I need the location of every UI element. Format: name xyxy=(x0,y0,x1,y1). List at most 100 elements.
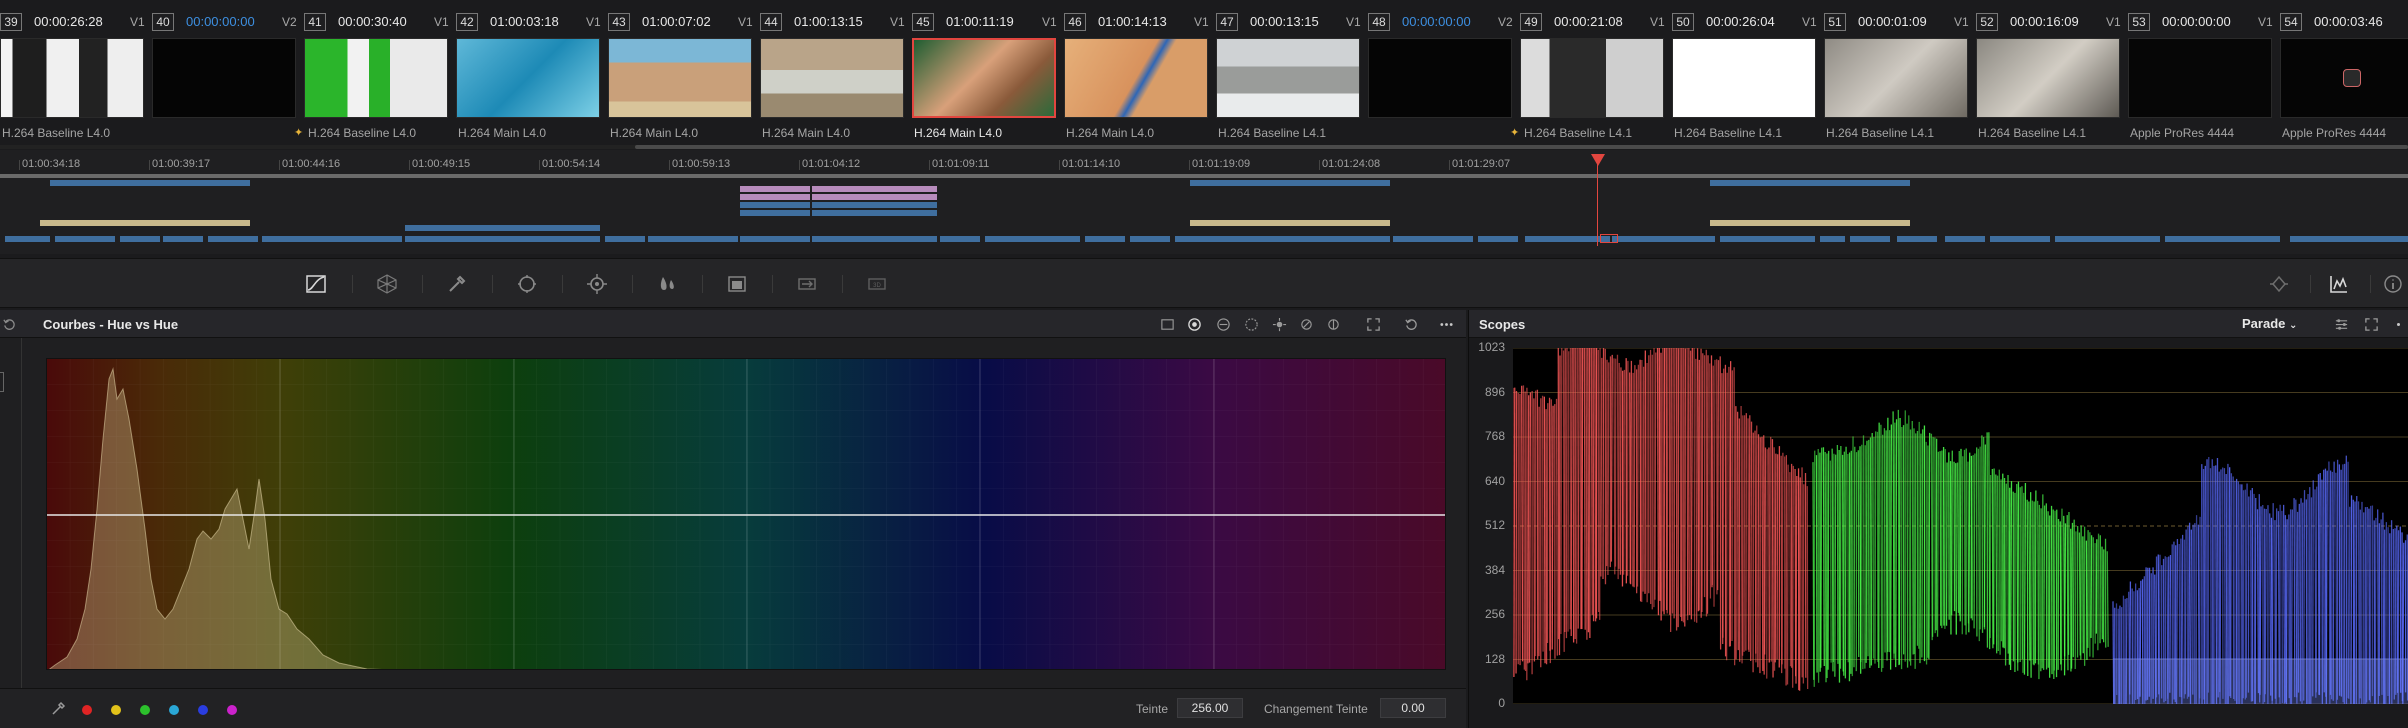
scope-settings-icon[interactable] xyxy=(2332,315,2350,333)
timeline-clip-bar[interactable] xyxy=(1190,180,1390,186)
clip-header-42[interactable]: 42 01:00:03:18 V1 xyxy=(456,10,608,36)
timeline-clip-bar[interactable] xyxy=(120,236,160,242)
timeline-clip-bar[interactable] xyxy=(208,236,258,242)
hue-vs-sat-icon[interactable] xyxy=(1214,315,1232,333)
clip-header-44[interactable]: 44 01:00:13:15 V1 xyxy=(760,10,912,36)
clip-thumbnail-40[interactable] xyxy=(152,38,296,118)
clip-header-46[interactable]: 46 01:00:14:13 V1 xyxy=(1064,10,1216,36)
timeline-clip-bar[interactable] xyxy=(1710,220,1910,226)
timeline-clip-bar[interactable] xyxy=(1085,236,1125,242)
color-warper-icon[interactable] xyxy=(374,271,400,297)
clip-thumbnail-54[interactable] xyxy=(2280,38,2408,118)
timeline-clip-bar[interactable] xyxy=(405,225,600,231)
sat-vs-sat-icon[interactable] xyxy=(1297,315,1315,333)
timeline-clip-bar[interactable] xyxy=(812,210,937,216)
rail-tab[interactable] xyxy=(0,372,4,392)
clip-thumbnail-43[interactable] xyxy=(608,38,752,118)
timeline-clip-bar[interactable] xyxy=(1478,236,1518,242)
key-icon[interactable] xyxy=(794,271,820,297)
blue-swatch[interactable] xyxy=(198,705,208,715)
playhead-handle[interactable] xyxy=(1591,154,1605,166)
timeline-clip-bar[interactable] xyxy=(1175,236,1390,242)
timeline-clip-bar[interactable] xyxy=(740,210,810,216)
magenta-swatch[interactable] xyxy=(227,705,237,715)
clip-thumbnail-41[interactable] xyxy=(304,38,448,118)
clip-thumbnail-46[interactable] xyxy=(1064,38,1208,118)
reset-all-icon[interactable] xyxy=(0,315,18,333)
clip-header-41[interactable]: 41 00:00:30:40 V1 xyxy=(304,10,456,36)
timeline-clip-bar[interactable] xyxy=(40,220,250,226)
timeline-clip-bar[interactable] xyxy=(55,236,115,242)
scope-mode-dropdown[interactable]: Parade ⌄ xyxy=(2242,316,2297,331)
yellow-swatch[interactable] xyxy=(111,705,121,715)
hue-vs-hue-icon[interactable] xyxy=(1185,315,1203,333)
clip-header-49[interactable]: 49 00:00:21:08 V1 xyxy=(1520,10,1672,36)
clip-thumbnail-42[interactable] xyxy=(456,38,600,118)
timeline-clip-bar[interactable] xyxy=(2055,236,2160,242)
green-swatch[interactable] xyxy=(140,705,150,715)
timeline-clip-bar[interactable] xyxy=(1820,236,1845,242)
clip-header-40[interactable]: 40 00:00:00:00 V2 xyxy=(152,10,304,36)
clip-header-54[interactable]: 54 00:00:03:46 xyxy=(2280,10,2408,36)
hue-vs-lum-icon[interactable] xyxy=(1242,315,1260,333)
timeline-clip-bar[interactable] xyxy=(2165,236,2280,242)
sizing-icon[interactable]: 3D xyxy=(864,271,890,297)
timeline-clip-bar[interactable] xyxy=(985,236,1080,242)
timeline-clip-bar[interactable] xyxy=(1620,236,1715,242)
timeline-clip-bar[interactable] xyxy=(740,202,810,208)
magic-mask-icon[interactable] xyxy=(654,271,680,297)
clip-thumbnail-44[interactable] xyxy=(760,38,904,118)
blur-icon[interactable] xyxy=(724,271,750,297)
timeline-clip-bar[interactable] xyxy=(812,236,937,242)
clip-thumbnail-52[interactable] xyxy=(1976,38,2120,118)
clip-thumbnail-53[interactable] xyxy=(2128,38,2272,118)
timeline-clip-bar[interactable] xyxy=(1720,236,1815,242)
timeline-clip-bar[interactable] xyxy=(5,236,50,242)
timeline-clip-bar[interactable] xyxy=(2290,236,2408,242)
clip-header-53[interactable]: 53 00:00:00:00 V1 xyxy=(2128,10,2280,36)
timeline-clip-bar[interactable] xyxy=(50,180,250,186)
playhead-line[interactable] xyxy=(1597,154,1598,246)
timeline-clip-bar[interactable] xyxy=(605,236,645,242)
timeline-ruler[interactable]: 01:00:34:18 01:00:39:17 01:00:44:16 01:00:4… xyxy=(0,150,2408,174)
tracker-icon[interactable] xyxy=(584,271,610,297)
timeline-clip-bar[interactable] xyxy=(1190,220,1390,226)
timeline-clip-bar[interactable] xyxy=(648,236,738,242)
timeline-clip-bar[interactable] xyxy=(1850,236,1890,242)
clip-thumbnail-51[interactable] xyxy=(1824,38,1968,118)
timeline-clip-bar[interactable] xyxy=(1393,236,1473,242)
timeline-clip-bar[interactable] xyxy=(262,236,402,242)
curves-icon[interactable] xyxy=(303,271,329,297)
cyan-swatch[interactable] xyxy=(169,705,179,715)
scopes-icon[interactable] xyxy=(2326,271,2352,297)
clip-header-45[interactable]: 45 01:00:11:19 V1 xyxy=(912,10,1064,36)
scrollbar-thumb[interactable] xyxy=(635,145,2408,149)
clip-thumbnail-45[interactable] xyxy=(912,38,1056,118)
qualifier-eyedropper-icon[interactable] xyxy=(444,271,470,297)
clip-header-48[interactable]: 48 00:00:00:00 V2 xyxy=(1368,10,1520,36)
timeline-clip-bar[interactable] xyxy=(812,186,937,192)
custom-curve-icon[interactable] xyxy=(1158,315,1176,333)
clip-header-50[interactable]: 50 00:00:26:04 V1 xyxy=(1672,10,1824,36)
timeline-clip-bar[interactable] xyxy=(163,236,203,242)
clip-header-43[interactable]: 43 01:00:07:02 V1 xyxy=(608,10,760,36)
timeline-clip-bar[interactable] xyxy=(940,236,980,242)
timeline-clip-bar[interactable] xyxy=(1945,236,1985,242)
clip-header-39[interactable]: 39 00:00:26:28 V1 xyxy=(0,10,152,36)
hue-change-input[interactable] xyxy=(1380,698,1446,718)
timeline-clip-bar[interactable] xyxy=(812,194,937,200)
scope-expand-icon[interactable] xyxy=(2362,315,2380,333)
timeline-clip-bar[interactable] xyxy=(1897,236,1937,242)
clip-header-51[interactable]: 51 00:00:01:09 V1 xyxy=(1824,10,1976,36)
clip-thumbnail-47[interactable] xyxy=(1216,38,1360,118)
hue-input[interactable] xyxy=(1177,698,1243,718)
clip-thumbnail-39[interactable] xyxy=(0,38,144,118)
timeline-clip-bar[interactable] xyxy=(1130,236,1170,242)
lum-vs-sat-icon[interactable] xyxy=(1270,315,1288,333)
red-swatch[interactable] xyxy=(82,705,92,715)
eyedropper-icon[interactable] xyxy=(50,701,66,717)
timeline-clip-bar[interactable] xyxy=(740,236,810,242)
sat-vs-lum-icon[interactable] xyxy=(1324,315,1342,333)
window-icon[interactable] xyxy=(514,271,540,297)
expand-icon[interactable] xyxy=(1364,315,1382,333)
